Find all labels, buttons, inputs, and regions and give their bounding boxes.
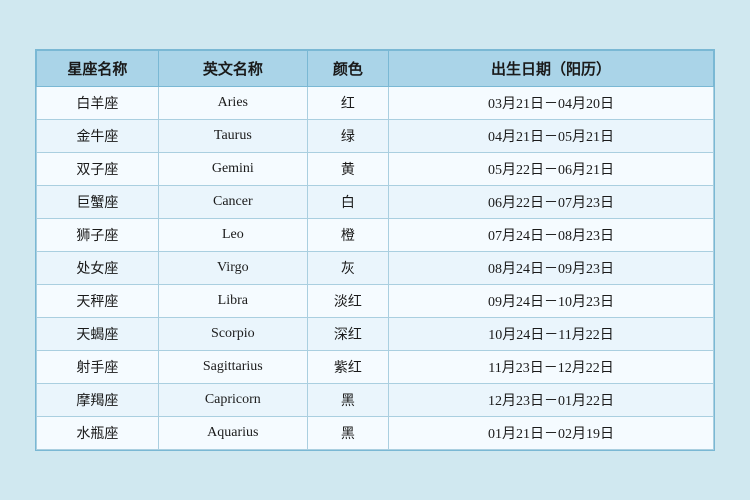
- table-row: 双子座Gemini黄05月22日－06月21日: [37, 153, 714, 186]
- header-date: 出生日期（阳历）: [389, 51, 714, 87]
- table-row: 白羊座Aries红03月21日－04月20日: [37, 87, 714, 120]
- table-row: 摩羯座Capricorn黑12月23日－01月22日: [37, 384, 714, 417]
- cell-chinese: 狮子座: [37, 219, 159, 252]
- cell-date: 01月21日－02月19日: [389, 417, 714, 450]
- cell-english: Sagittarius: [158, 351, 307, 384]
- cell-english: Aquarius: [158, 417, 307, 450]
- zodiac-table-container: 星座名称 英文名称 颜色 出生日期（阳历） 白羊座Aries红03月21日－04…: [35, 49, 715, 451]
- cell-chinese: 处女座: [37, 252, 159, 285]
- cell-date: 03月21日－04月20日: [389, 87, 714, 120]
- cell-english: Leo: [158, 219, 307, 252]
- cell-color: 绿: [307, 120, 388, 153]
- cell-english: Capricorn: [158, 384, 307, 417]
- cell-date: 05月22日－06月21日: [389, 153, 714, 186]
- cell-chinese: 天蝎座: [37, 318, 159, 351]
- table-row: 水瓶座Aquarius黑01月21日－02月19日: [37, 417, 714, 450]
- cell-color: 黄: [307, 153, 388, 186]
- cell-english: Scorpio: [158, 318, 307, 351]
- header-chinese: 星座名称: [37, 51, 159, 87]
- cell-color: 橙: [307, 219, 388, 252]
- table-row: 金牛座Taurus绿04月21日－05月21日: [37, 120, 714, 153]
- cell-chinese: 水瓶座: [37, 417, 159, 450]
- zodiac-table: 星座名称 英文名称 颜色 出生日期（阳历） 白羊座Aries红03月21日－04…: [36, 50, 714, 450]
- header-english: 英文名称: [158, 51, 307, 87]
- cell-color: 黑: [307, 417, 388, 450]
- cell-date: 06月22日－07月23日: [389, 186, 714, 219]
- cell-date: 09月24日－10月23日: [389, 285, 714, 318]
- cell-date: 11月23日－12月22日: [389, 351, 714, 384]
- cell-date: 08月24日－09月23日: [389, 252, 714, 285]
- cell-color: 黑: [307, 384, 388, 417]
- cell-date: 10月24日－11月22日: [389, 318, 714, 351]
- cell-chinese: 巨蟹座: [37, 186, 159, 219]
- table-body: 白羊座Aries红03月21日－04月20日金牛座Taurus绿04月21日－0…: [37, 87, 714, 450]
- cell-chinese: 双子座: [37, 153, 159, 186]
- cell-english: Cancer: [158, 186, 307, 219]
- table-row: 天秤座Libra淡红09月24日－10月23日: [37, 285, 714, 318]
- cell-color: 白: [307, 186, 388, 219]
- cell-date: 12月23日－01月22日: [389, 384, 714, 417]
- table-row: 射手座Sagittarius紫红11月23日－12月22日: [37, 351, 714, 384]
- table-row: 天蝎座Scorpio深红10月24日－11月22日: [37, 318, 714, 351]
- cell-color: 淡红: [307, 285, 388, 318]
- table-header-row: 星座名称 英文名称 颜色 出生日期（阳历）: [37, 51, 714, 87]
- cell-chinese: 摩羯座: [37, 384, 159, 417]
- cell-english: Virgo: [158, 252, 307, 285]
- cell-english: Aries: [158, 87, 307, 120]
- cell-chinese: 金牛座: [37, 120, 159, 153]
- cell-color: 灰: [307, 252, 388, 285]
- cell-color: 紫红: [307, 351, 388, 384]
- cell-english: Gemini: [158, 153, 307, 186]
- cell-english: Taurus: [158, 120, 307, 153]
- cell-chinese: 射手座: [37, 351, 159, 384]
- table-row: 处女座Virgo灰08月24日－09月23日: [37, 252, 714, 285]
- cell-date: 04月21日－05月21日: [389, 120, 714, 153]
- cell-chinese: 白羊座: [37, 87, 159, 120]
- cell-english: Libra: [158, 285, 307, 318]
- header-color: 颜色: [307, 51, 388, 87]
- cell-color: 深红: [307, 318, 388, 351]
- table-row: 狮子座Leo橙07月24日－08月23日: [37, 219, 714, 252]
- table-row: 巨蟹座Cancer白06月22日－07月23日: [37, 186, 714, 219]
- cell-color: 红: [307, 87, 388, 120]
- cell-chinese: 天秤座: [37, 285, 159, 318]
- cell-date: 07月24日－08月23日: [389, 219, 714, 252]
